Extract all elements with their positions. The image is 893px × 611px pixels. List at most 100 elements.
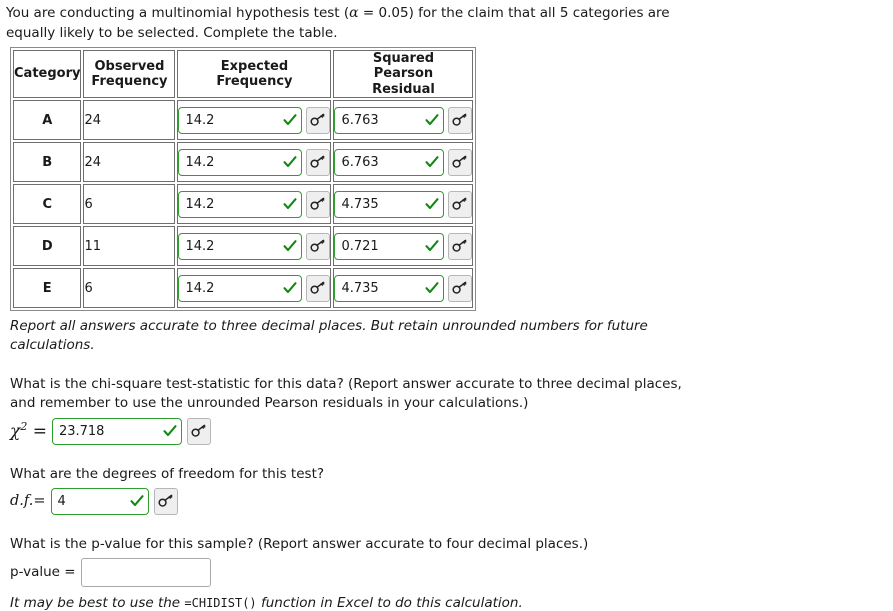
cell-expected-frequency: 14.2	[177, 268, 332, 309]
squared-pearson-residual-input[interactable]: 0.721	[334, 232, 445, 260]
degrees-of-freedom-question: What are the degrees of freedom for this…	[10, 465, 325, 482]
observed-header-line1: Observed	[94, 58, 165, 74]
key-icon	[310, 239, 326, 253]
expected-frequency-field-group: 14.2	[178, 190, 331, 218]
check-icon	[283, 281, 298, 295]
key-icon-button-expected-frequency[interactable]	[306, 232, 331, 260]
excel-function-name: =CHIDIST()	[184, 595, 257, 610]
key-icon	[310, 281, 326, 295]
squared-header-line3: Residual	[372, 81, 435, 97]
cell-category: A	[13, 100, 82, 141]
p-value-answer-row: p-value =	[10, 557, 893, 587]
squared-pearson-residual-input[interactable]: 4.735	[334, 274, 445, 302]
cell-squared-pearson-residual: 4.735	[333, 184, 474, 225]
squared-pearson-residual-field-group: 6.763	[334, 106, 473, 134]
squared-pearson-residual-input-value: 0.721	[341, 238, 379, 254]
expected-frequency-input-value: 14.2	[185, 112, 215, 128]
cell-category: D	[13, 226, 82, 267]
expected-frequency-input-value: 14.2	[185, 196, 215, 212]
key-icon	[452, 113, 468, 127]
squared-pearson-residual-input[interactable]: 6.763	[334, 106, 445, 134]
check-icon	[163, 424, 177, 438]
key-icon-button-squared-pearson-residual[interactable]	[448, 148, 473, 176]
key-icon	[157, 494, 174, 508]
table-row: A 24 14.2 6.763	[13, 100, 474, 141]
excel-hint-after: function in Excel to do this calculation…	[256, 594, 523, 611]
cell-squared-pearson-residual: 6.763	[333, 142, 474, 183]
column-header-squared-pearson-residual: Squared Pearson Residual	[333, 50, 474, 99]
column-header-category: Category	[13, 50, 82, 99]
chi-square-input-value: 23.718	[58, 423, 105, 439]
degrees-of-freedom-answer-row: d.f.= 4	[10, 487, 893, 515]
expected-frequency-field-group: 14.2	[178, 274, 331, 302]
cell-squared-pearson-residual: 6.763	[333, 100, 474, 141]
squared-pearson-residual-field-group: 4.735	[334, 274, 473, 302]
key-icon-button-expected-frequency[interactable]	[306, 148, 331, 176]
expected-frequency-input-value: 14.2	[185, 238, 215, 254]
cell-observed-frequency: 11	[83, 226, 176, 267]
table-row: E 6 14.2 4.735	[13, 268, 474, 309]
expected-frequency-field-group: 14.2	[178, 232, 331, 260]
p-value-input[interactable]	[80, 557, 211, 587]
key-icon-button-degrees-of-freedom[interactable]	[153, 487, 178, 515]
squared-pearson-residual-field-group: 6.763	[334, 148, 473, 176]
expected-frequency-input[interactable]: 14.2	[178, 148, 303, 176]
cell-squared-pearson-residual: 4.735	[333, 268, 474, 309]
expected-frequency-input-value: 14.2	[185, 280, 215, 296]
expected-header-line2: Frequency	[216, 74, 293, 90]
squared-pearson-residual-input[interactable]: 6.763	[334, 148, 445, 176]
key-icon-button-squared-pearson-residual[interactable]	[448, 106, 473, 134]
expected-frequency-input[interactable]: 14.2	[178, 190, 303, 218]
expected-frequency-input[interactable]: 14.2	[178, 274, 303, 302]
key-icon-button-squared-pearson-residual[interactable]	[448, 190, 473, 218]
key-icon-button-squared-pearson-residual[interactable]	[448, 274, 473, 302]
table-row: C 6 14.2 4.735	[13, 184, 474, 225]
key-icon-button-expected-frequency[interactable]	[306, 274, 331, 302]
excel-hint: It may be best to use the =CHIDIST() fun…	[10, 595, 893, 611]
squared-pearson-residual-input-value: 4.735	[341, 196, 379, 212]
cell-observed-frequency: 24	[83, 100, 176, 141]
degrees-of-freedom-input[interactable]: 4	[50, 487, 149, 515]
cell-expected-frequency: 14.2	[177, 184, 332, 225]
key-icon	[452, 197, 468, 211]
chi-equals: =	[32, 421, 47, 442]
p-value-label: p-value =	[10, 564, 76, 581]
squared-pearson-residual-input[interactable]: 4.735	[334, 190, 445, 218]
check-icon	[425, 281, 440, 295]
problem-statement: You are conducting a multinomial hypothe…	[6, 4, 718, 43]
expected-frequency-field-group: 14.2	[178, 106, 331, 134]
table-row: D 11 14.2 0.721	[13, 226, 474, 267]
worksheet-page: You are conducting a multinomial hypothe…	[0, 0, 893, 611]
key-icon-button-expected-frequency[interactable]	[306, 190, 331, 218]
p-value-question: What is the p-value for this sample? (Re…	[10, 535, 589, 552]
check-icon	[283, 113, 298, 127]
degrees-of-freedom-input-value: 4	[57, 493, 66, 509]
cell-category: E	[13, 268, 82, 309]
check-icon	[425, 155, 440, 169]
alpha-symbol: α	[349, 5, 359, 21]
expected-frequency-input[interactable]: 14.2	[178, 106, 303, 134]
table-head: Category Observed Frequency Expected Fre…	[13, 50, 474, 99]
table-header-row: Category Observed Frequency Expected Fre…	[13, 50, 474, 99]
chi-square-question: What is the chi-square test-statistic fo…	[10, 376, 682, 412]
key-icon-button-expected-frequency[interactable]	[306, 106, 331, 134]
chi-square-input[interactable]: 23.718	[51, 417, 182, 445]
key-icon-button-squared-pearson-residual[interactable]	[448, 232, 473, 260]
cell-expected-frequency: 14.2	[177, 100, 332, 141]
check-icon	[425, 113, 440, 127]
expected-frequency-input-value: 14.2	[185, 154, 215, 170]
key-icon	[452, 281, 468, 295]
cell-squared-pearson-residual: 0.721	[333, 226, 474, 267]
cell-observed-frequency: 6	[83, 184, 176, 225]
chi-exponent: 2	[20, 420, 28, 434]
expected-frequency-input[interactable]: 14.2	[178, 232, 303, 260]
check-icon	[283, 155, 298, 169]
cell-expected-frequency: 14.2	[177, 226, 332, 267]
observed-header-line2: Frequency	[91, 74, 168, 90]
check-icon	[129, 494, 144, 508]
check-icon	[283, 197, 298, 211]
cell-expected-frequency: 14.2	[177, 142, 332, 183]
key-icon-button-chi-square[interactable]	[186, 417, 211, 445]
cell-category: C	[13, 184, 82, 225]
expected-header-line1: Expected	[220, 58, 289, 74]
